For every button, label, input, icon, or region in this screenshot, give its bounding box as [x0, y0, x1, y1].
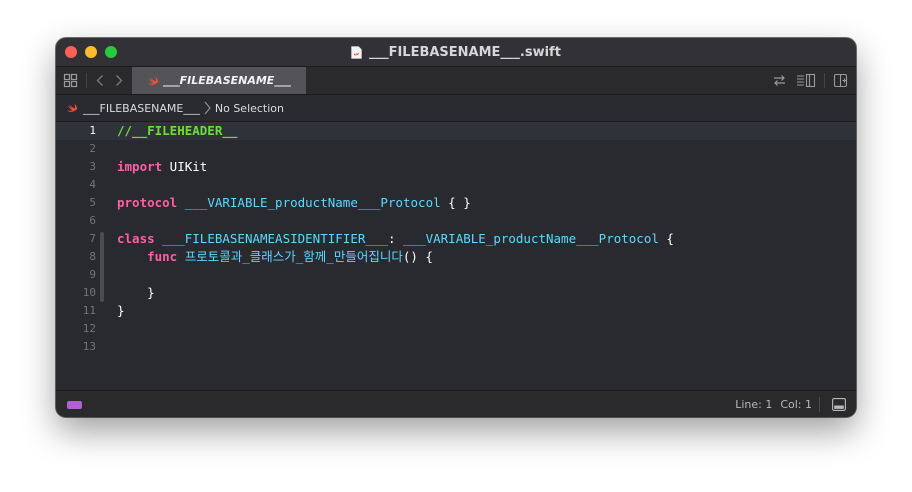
code-line[interactable]: 11}	[56, 302, 856, 320]
tab-bar: ___FILEBASENAME___	[56, 67, 856, 95]
forward-chevron-icon[interactable]	[111, 73, 126, 88]
code-token-plain: { }	[440, 195, 471, 210]
code-text: class ___FILEBASENAMEASIDENTIFIER___: __…	[117, 230, 674, 248]
code-token-decl: 프로토콜과_클래스가_함께_만들어집니다	[184, 249, 403, 264]
back-chevron-icon[interactable]	[93, 73, 108, 88]
code-token-plain: }	[117, 303, 125, 318]
status-badge[interactable]	[67, 401, 82, 409]
code-text: }	[117, 302, 125, 320]
code-line[interactable]: 10 }	[56, 284, 856, 302]
toolbar-divider	[824, 73, 825, 88]
adjust-editor-options-icon[interactable]	[796, 73, 816, 88]
swift-icon	[67, 103, 78, 112]
code-line[interactable]: 8 func 프로토콜과_클래스가_함께_만들어집니다() {	[56, 248, 856, 266]
title-bar: ___FILEBASENAME___.swift	[56, 38, 856, 67]
jump-bar-file[interactable]: ___FILEBASENAME___	[83, 102, 200, 115]
code-line[interactable]: 9	[56, 266, 856, 284]
code-text: }	[117, 284, 155, 302]
swift-file-icon	[351, 45, 362, 59]
code-line[interactable]: 3 import UIKit	[56, 158, 856, 176]
add-editor-icon[interactable]	[833, 73, 848, 88]
code-text: func 프로토콜과_클래스가_함께_만들어집니다() {	[117, 248, 433, 266]
line-number: 10	[82, 286, 96, 299]
swap-arrows-icon[interactable]	[772, 73, 787, 88]
related-items-icon[interactable]	[63, 73, 78, 88]
toolbar-divider	[86, 73, 87, 88]
code-text: //__FILEHEADER__	[117, 122, 237, 140]
tab-label: ___FILEBASENAME___	[163, 74, 291, 87]
code-token-keyword: func	[147, 249, 178, 264]
code-token-decl: ___VARIABLE_productName___Protocol	[403, 231, 659, 246]
line-number: 13	[82, 340, 96, 353]
hide-console-icon[interactable]	[832, 398, 846, 411]
line-number: 12	[82, 322, 96, 335]
line-number: 1	[89, 124, 96, 137]
jump-bar: ___FILEBASENAME___ No Selection	[56, 95, 856, 122]
code-token-plain: UIKit	[162, 159, 208, 174]
line-indicator: Line: 1	[735, 398, 773, 411]
code-line[interactable]: 7 class ___FILEBASENAMEASIDENTIFIER___: _…	[56, 230, 856, 248]
code-token-decl: ___VARIABLE_productName___Protocol	[184, 195, 441, 210]
code-token-keyword: import	[117, 159, 163, 174]
code-text: protocol ___VARIABLE_productName___Proto…	[117, 194, 471, 212]
code-token-plain: {	[658, 231, 674, 246]
cursor-position: Line: 1 Col: 1	[735, 391, 812, 417]
tab-filebasename[interactable]: ___FILEBASENAME___	[132, 67, 306, 94]
code-token-plain: :	[387, 231, 404, 246]
status-bar: Line: 1 Col: 1	[56, 390, 856, 417]
line-number: 7	[89, 232, 96, 245]
line-number: 2	[89, 142, 96, 155]
code-line[interactable]: 2	[56, 140, 856, 158]
line-number: 4	[89, 178, 96, 191]
column-indicator: Col: 1	[780, 398, 812, 411]
code-line[interactable]: 1 //__FILEHEADER__	[56, 122, 856, 140]
swift-icon	[148, 76, 159, 85]
xcode-window: ___FILEBASENAME___.swift ___FILEBASENAME…	[56, 38, 856, 417]
line-number: 11	[82, 304, 96, 317]
line-number: 8	[89, 250, 96, 263]
window-title-group: ___FILEBASENAME___.swift	[56, 38, 856, 66]
code-line[interactable]: 5 protocol ___VARIABLE_productName___Prot…	[56, 194, 856, 212]
line-number: 5	[89, 196, 96, 209]
code-token-comment: //__FILEHEADER__	[117, 123, 238, 138]
code-token-plain: }	[117, 285, 155, 300]
code-editor[interactable]: 1 //__FILEHEADER__ 2 3 import UIKit 4 5 protoco…	[56, 122, 856, 390]
code-token-keyword: protocol	[117, 195, 178, 210]
code-text: import UIKit	[117, 158, 207, 176]
line-number: 6	[89, 214, 96, 227]
code-line[interactable]: 6	[56, 212, 856, 230]
code-line[interactable]: 12	[56, 320, 856, 338]
line-number: 3	[89, 160, 96, 173]
jump-bar-selection[interactable]: No Selection	[215, 102, 284, 115]
code-line[interactable]: 4	[56, 176, 856, 194]
status-divider	[819, 397, 820, 412]
code-fold-ribbon[interactable]	[100, 232, 104, 302]
code-line[interactable]: 13	[56, 338, 856, 356]
code-token-keyword: class	[117, 231, 155, 246]
chevron-right-icon	[204, 101, 211, 115]
line-number: 9	[89, 268, 96, 281]
window-title: ___FILEBASENAME___.swift	[369, 44, 561, 60]
code-token-decl: ___FILEBASENAMEASIDENTIFIER___	[162, 231, 388, 246]
code-token-plain: () {	[402, 249, 433, 264]
